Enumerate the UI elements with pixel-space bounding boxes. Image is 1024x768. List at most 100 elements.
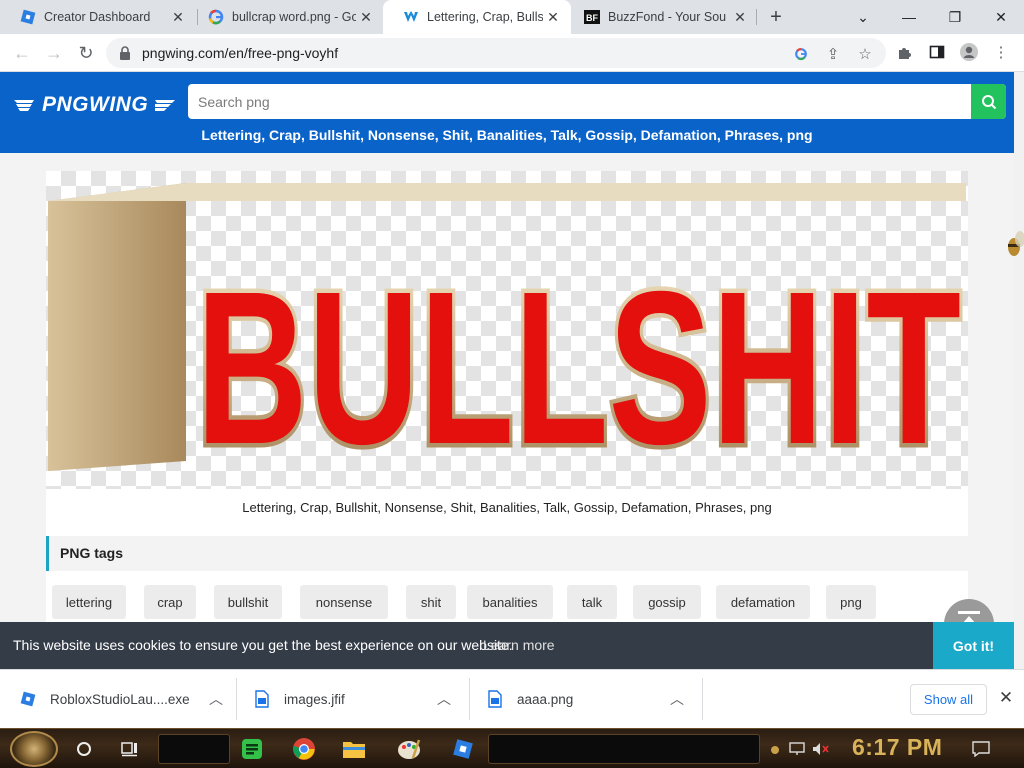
google-icon	[208, 9, 224, 25]
download-filename: RobloxStudioLau....exe	[50, 691, 190, 707]
download-item[interactable]: aaaa.png ︿	[487, 670, 687, 728]
profile-avatar-icon[interactable]	[958, 41, 980, 63]
paint-palette-icon[interactable]	[395, 735, 423, 763]
close-window-button[interactable]: ✕	[978, 0, 1024, 34]
tag-crap[interactable]: crap	[144, 585, 196, 619]
pngwing-logo[interactable]: PNGWING	[14, 90, 176, 120]
tag-nonsense[interactable]: nonsense	[300, 585, 388, 619]
address-bar[interactable]: pngwing.com/en/free-png-voyhf ⇪ ☆	[106, 38, 886, 68]
buzzfond-icon: BF	[584, 10, 600, 24]
download-shelf: RobloxStudioLau....exe ︿ images.jfif ︿ a…	[0, 669, 1024, 728]
page-content: BULLSHIT Lettering, Crap, Bullshit, Nons…	[0, 153, 1014, 670]
cookie-message: This website uses cookies to ensure you …	[13, 637, 513, 653]
shelf-divider	[702, 678, 703, 720]
shelf-divider	[236, 678, 237, 720]
tab-divider	[756, 9, 757, 25]
lock-icon	[120, 46, 130, 60]
tab-google-images[interactable]: bullcrap word.png - Go ✕	[188, 0, 384, 34]
page-scrollbar[interactable]	[1014, 72, 1024, 669]
taskbar-well	[488, 734, 760, 764]
network-icon[interactable]	[788, 740, 806, 758]
tag-bullshit[interactable]: bullshit	[214, 585, 282, 619]
png-preview-card: BULLSHIT Lettering, Crap, Bullshit, Nons…	[46, 171, 968, 536]
tab-creator-dashboard[interactable]: Creator Dashboard ✕	[0, 0, 196, 34]
png-preview-image[interactable]: BULLSHIT	[46, 171, 968, 489]
download-filename: images.jfif	[284, 691, 345, 707]
browser-toolbar: ← → ↻ pngwing.com/en/free-png-voyhf ⇪ ☆ …	[0, 34, 1024, 72]
page-title: Lettering, Crap, Bullshit, Nonsense, Shi…	[201, 127, 813, 143]
bookmark-star-icon[interactable]: ☆	[854, 43, 876, 65]
tray-overflow-icon[interactable]	[766, 740, 784, 758]
taskbar-well	[158, 734, 230, 764]
search-input[interactable]	[188, 84, 971, 119]
share-icon[interactable]: ⇪	[822, 43, 844, 65]
show-all-downloads-button[interactable]: Show all	[910, 684, 987, 715]
accept-cookies-button[interactable]: Got it!	[933, 622, 1014, 669]
chrome-icon[interactable]	[290, 735, 318, 763]
tab-title: BuzzFond - Your Sou	[608, 10, 727, 24]
volume-muted-icon[interactable]	[812, 740, 830, 758]
chevron-up-icon[interactable]: ︿	[667, 689, 687, 709]
pngwing-icon	[404, 11, 418, 22]
forward-arrow-icon[interactable]: →	[40, 39, 68, 67]
tab-buzzfond[interactable]: BF BuzzFond - Your Sou ✕	[564, 0, 758, 34]
bullshit-lettering-image: BULLSHIT	[48, 183, 966, 489]
start-button[interactable]	[10, 731, 58, 767]
bullshit-word: BULLSHIT	[196, 247, 961, 489]
close-icon[interactable]: ✕	[356, 7, 376, 27]
url-text: pngwing.com/en/free-png-voyhf	[142, 45, 339, 61]
tag-banalities[interactable]: banalities	[467, 585, 553, 619]
notification-center-icon[interactable]	[972, 740, 990, 758]
learn-more-link[interactable]: Learn more	[483, 637, 555, 653]
windows-taskbar: 6:17 PM	[0, 728, 1024, 768]
cookie-consent-bar: This website uses cookies to ensure you …	[0, 622, 1014, 669]
extensions-puzzle-icon[interactable]	[894, 41, 916, 63]
restore-button[interactable]: ❐	[932, 0, 978, 34]
close-icon[interactable]: ✕	[543, 7, 563, 27]
google-lens-icon[interactable]	[790, 43, 812, 65]
tab-title: bullcrap word.png - Go	[232, 10, 356, 24]
tag-talk[interactable]: talk	[567, 585, 617, 619]
back-arrow-icon[interactable]: ←	[8, 39, 36, 67]
close-icon[interactable]: ✕	[168, 7, 188, 27]
taskbar-clock[interactable]: 6:17 PM	[852, 734, 942, 761]
search-icon	[981, 94, 996, 109]
chevron-up-icon[interactable]: ︿	[206, 689, 226, 709]
roblox-studio-icon	[20, 9, 36, 25]
reload-icon[interactable]: ↻	[72, 39, 100, 67]
new-tab-button[interactable]: +	[764, 5, 788, 29]
chevron-up-icon[interactable]: ︿	[434, 689, 454, 709]
image-file-icon	[488, 690, 502, 708]
logo-text: PNGWING	[42, 93, 149, 116]
download-item[interactable]: images.jfif ︿	[254, 670, 454, 728]
cortana-circle-icon[interactable]	[70, 735, 98, 763]
tag-lettering[interactable]: lettering	[52, 585, 126, 619]
tab-pngwing-active[interactable]: Lettering, Crap, Bullsh ✕	[383, 0, 571, 34]
tag-shit[interactable]: shit	[406, 585, 456, 619]
tags-heading: PNG tags	[46, 536, 968, 571]
pngwing-wing-icon	[155, 100, 176, 111]
download-filename: aaaa.png	[517, 691, 574, 707]
image-caption: Lettering, Crap, Bullshit, Nonsense, Shi…	[242, 500, 772, 515]
pngwing-logo-icon	[14, 100, 34, 111]
minimize-button[interactable]: —	[886, 0, 932, 34]
file-explorer-icon[interactable]	[340, 735, 368, 763]
menu-kebab-icon[interactable]: ⋮	[990, 41, 1012, 63]
bee-decoration-icon	[1008, 231, 1024, 256]
tab-title: Lettering, Crap, Bullsh	[427, 10, 543, 24]
download-item[interactable]: RobloxStudioLau....exe ︿	[20, 670, 226, 728]
search-button[interactable]	[971, 84, 1006, 119]
tag-gossip[interactable]: gossip	[633, 585, 701, 619]
browser-tab-strip: Creator Dashboard ✕ bullcrap word.png - …	[0, 0, 1024, 34]
task-view-icon[interactable]	[116, 735, 144, 763]
site-search	[188, 84, 1006, 119]
tag-defamation[interactable]: defamation	[716, 585, 810, 619]
close-icon[interactable]: ✕	[996, 688, 1016, 708]
tag-png[interactable]: png	[826, 585, 876, 619]
roblox-studio-icon[interactable]	[449, 735, 477, 763]
svg-text:BF: BF	[586, 13, 598, 23]
tab-search-chevron-icon[interactable]: ⌄	[840, 0, 886, 34]
close-icon[interactable]: ✕	[730, 7, 750, 27]
side-panel-icon[interactable]	[926, 41, 948, 63]
sheets-app-icon[interactable]	[238, 735, 266, 763]
